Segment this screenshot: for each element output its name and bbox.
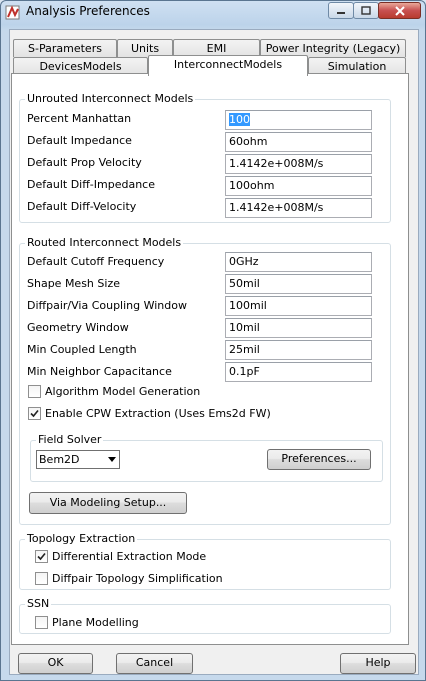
percent-manhattan-input[interactable]: 100 bbox=[225, 110, 372, 130]
help-button[interactable]: Help bbox=[340, 653, 416, 674]
field-solver-selected-value: Bem2D bbox=[39, 453, 80, 466]
close-button[interactable] bbox=[378, 2, 421, 19]
geometry-window-label: Geometry Window bbox=[27, 321, 129, 334]
maximize-button[interactable] bbox=[353, 2, 379, 19]
tab-panel-interconnect-models: Unrouted Interconnect Models Percent Man… bbox=[11, 73, 409, 645]
cancel-button[interactable]: Cancel bbox=[116, 653, 193, 674]
tab-label: Simulation bbox=[327, 60, 387, 73]
min-neighbor-capacitance-label: Min Neighbor Capacitance bbox=[27, 365, 172, 378]
via-modeling-setup-button[interactable]: Via Modeling Setup... bbox=[29, 492, 187, 514]
tab-s-parameters[interactable]: S-Parameters bbox=[13, 39, 117, 57]
unrouted-group-legend: Unrouted Interconnect Models bbox=[25, 92, 196, 106]
enable-cpw-extraction-label[interactable]: Enable CPW Extraction (Uses Ems2d FW) bbox=[45, 407, 271, 421]
differential-extraction-mode-label[interactable]: Differential Extraction Mode bbox=[52, 550, 206, 564]
tab-label: Units bbox=[130, 42, 160, 55]
diffpair-topology-simplification-checkbox[interactable] bbox=[35, 572, 48, 585]
min-coupled-length-input[interactable]: 25mil bbox=[225, 340, 372, 360]
window-title: Analysis Preferences bbox=[26, 4, 150, 18]
tab-interconnect-models[interactable]: InterconnectModels bbox=[148, 55, 308, 76]
checkmark-icon bbox=[30, 409, 39, 418]
tab-label: DevicesModels bbox=[39, 60, 122, 73]
minimize-button[interactable] bbox=[328, 2, 354, 19]
algorithm-model-generation-label[interactable]: Algorithm Model Generation bbox=[45, 385, 200, 399]
min-neighbor-capacitance-input[interactable]: 0.1pF bbox=[225, 362, 372, 382]
default-cutoff-frequency-input[interactable]: 0GHz bbox=[225, 252, 372, 272]
default-diff-impedance-label: Default Diff-Impedance bbox=[27, 178, 155, 191]
maximize-icon bbox=[361, 6, 371, 15]
close-icon bbox=[394, 5, 405, 16]
differential-extraction-mode-checkbox[interactable] bbox=[35, 550, 48, 563]
minimize-icon bbox=[337, 11, 345, 14]
ok-button[interactable]: OK bbox=[18, 653, 93, 674]
default-diff-impedance-input[interactable]: 100ohm bbox=[225, 176, 372, 196]
algorithm-model-generation-checkbox[interactable] bbox=[28, 385, 41, 398]
diffpair-via-coupling-window-label: Diffpair/Via Coupling Window bbox=[27, 299, 187, 312]
topology-group-legend: Topology Extraction bbox=[25, 532, 138, 546]
field-solver-legend: Field Solver bbox=[36, 433, 104, 447]
geometry-window-input[interactable]: 10mil bbox=[225, 318, 372, 338]
percent-manhattan-label: Percent Manhattan bbox=[27, 112, 132, 125]
default-impedance-label: Default Impedance bbox=[27, 134, 132, 147]
title-bar[interactable]: Analysis Preferences bbox=[1, 1, 425, 25]
default-cutoff-frequency-label: Default Cutoff Frequency bbox=[27, 255, 165, 268]
ssn-group-legend: SSN bbox=[25, 597, 52, 611]
app-icon bbox=[5, 5, 20, 20]
plane-modelling-checkbox[interactable] bbox=[35, 616, 48, 629]
checkmark-icon bbox=[37, 552, 46, 561]
default-prop-velocity-label: Default Prop Velocity bbox=[27, 156, 142, 169]
field-solver-dropdown[interactable]: Bem2D bbox=[36, 450, 120, 469]
default-impedance-input[interactable]: 60ohm bbox=[225, 132, 372, 152]
diffpair-topology-simplification-label[interactable]: Diffpair Topology Simplification bbox=[52, 572, 223, 586]
shape-mesh-size-input[interactable]: 50mil bbox=[225, 274, 372, 294]
shape-mesh-size-label: Shape Mesh Size bbox=[27, 277, 120, 290]
diffpair-via-coupling-window-input[interactable]: 100mil bbox=[225, 296, 372, 316]
tab-label: S-Parameters bbox=[28, 42, 102, 55]
default-diff-velocity-label: Default Diff-Velocity bbox=[27, 200, 137, 213]
input-selected-text: 100 bbox=[229, 113, 250, 126]
preferences-button[interactable]: Preferences... bbox=[267, 449, 371, 470]
enable-cpw-extraction-checkbox[interactable] bbox=[28, 407, 41, 420]
tab-label: InterconnectModels bbox=[173, 58, 283, 71]
default-prop-velocity-input[interactable]: 1.4142e+008M/s bbox=[225, 154, 372, 174]
tab-label: EMI bbox=[206, 42, 227, 55]
chevron-down-icon bbox=[108, 457, 116, 462]
routed-group-legend: Routed Interconnect Models bbox=[25, 236, 184, 250]
dialog-window: Analysis Preferences S-Parameters Units … bbox=[0, 0, 426, 681]
tab-label: Power Integrity (Legacy) bbox=[265, 42, 401, 55]
default-diff-velocity-input[interactable]: 1.4142e+008M/s bbox=[225, 198, 372, 218]
min-coupled-length-label: Min Coupled Length bbox=[27, 343, 137, 356]
plane-modelling-label[interactable]: Plane Modelling bbox=[52, 616, 139, 630]
